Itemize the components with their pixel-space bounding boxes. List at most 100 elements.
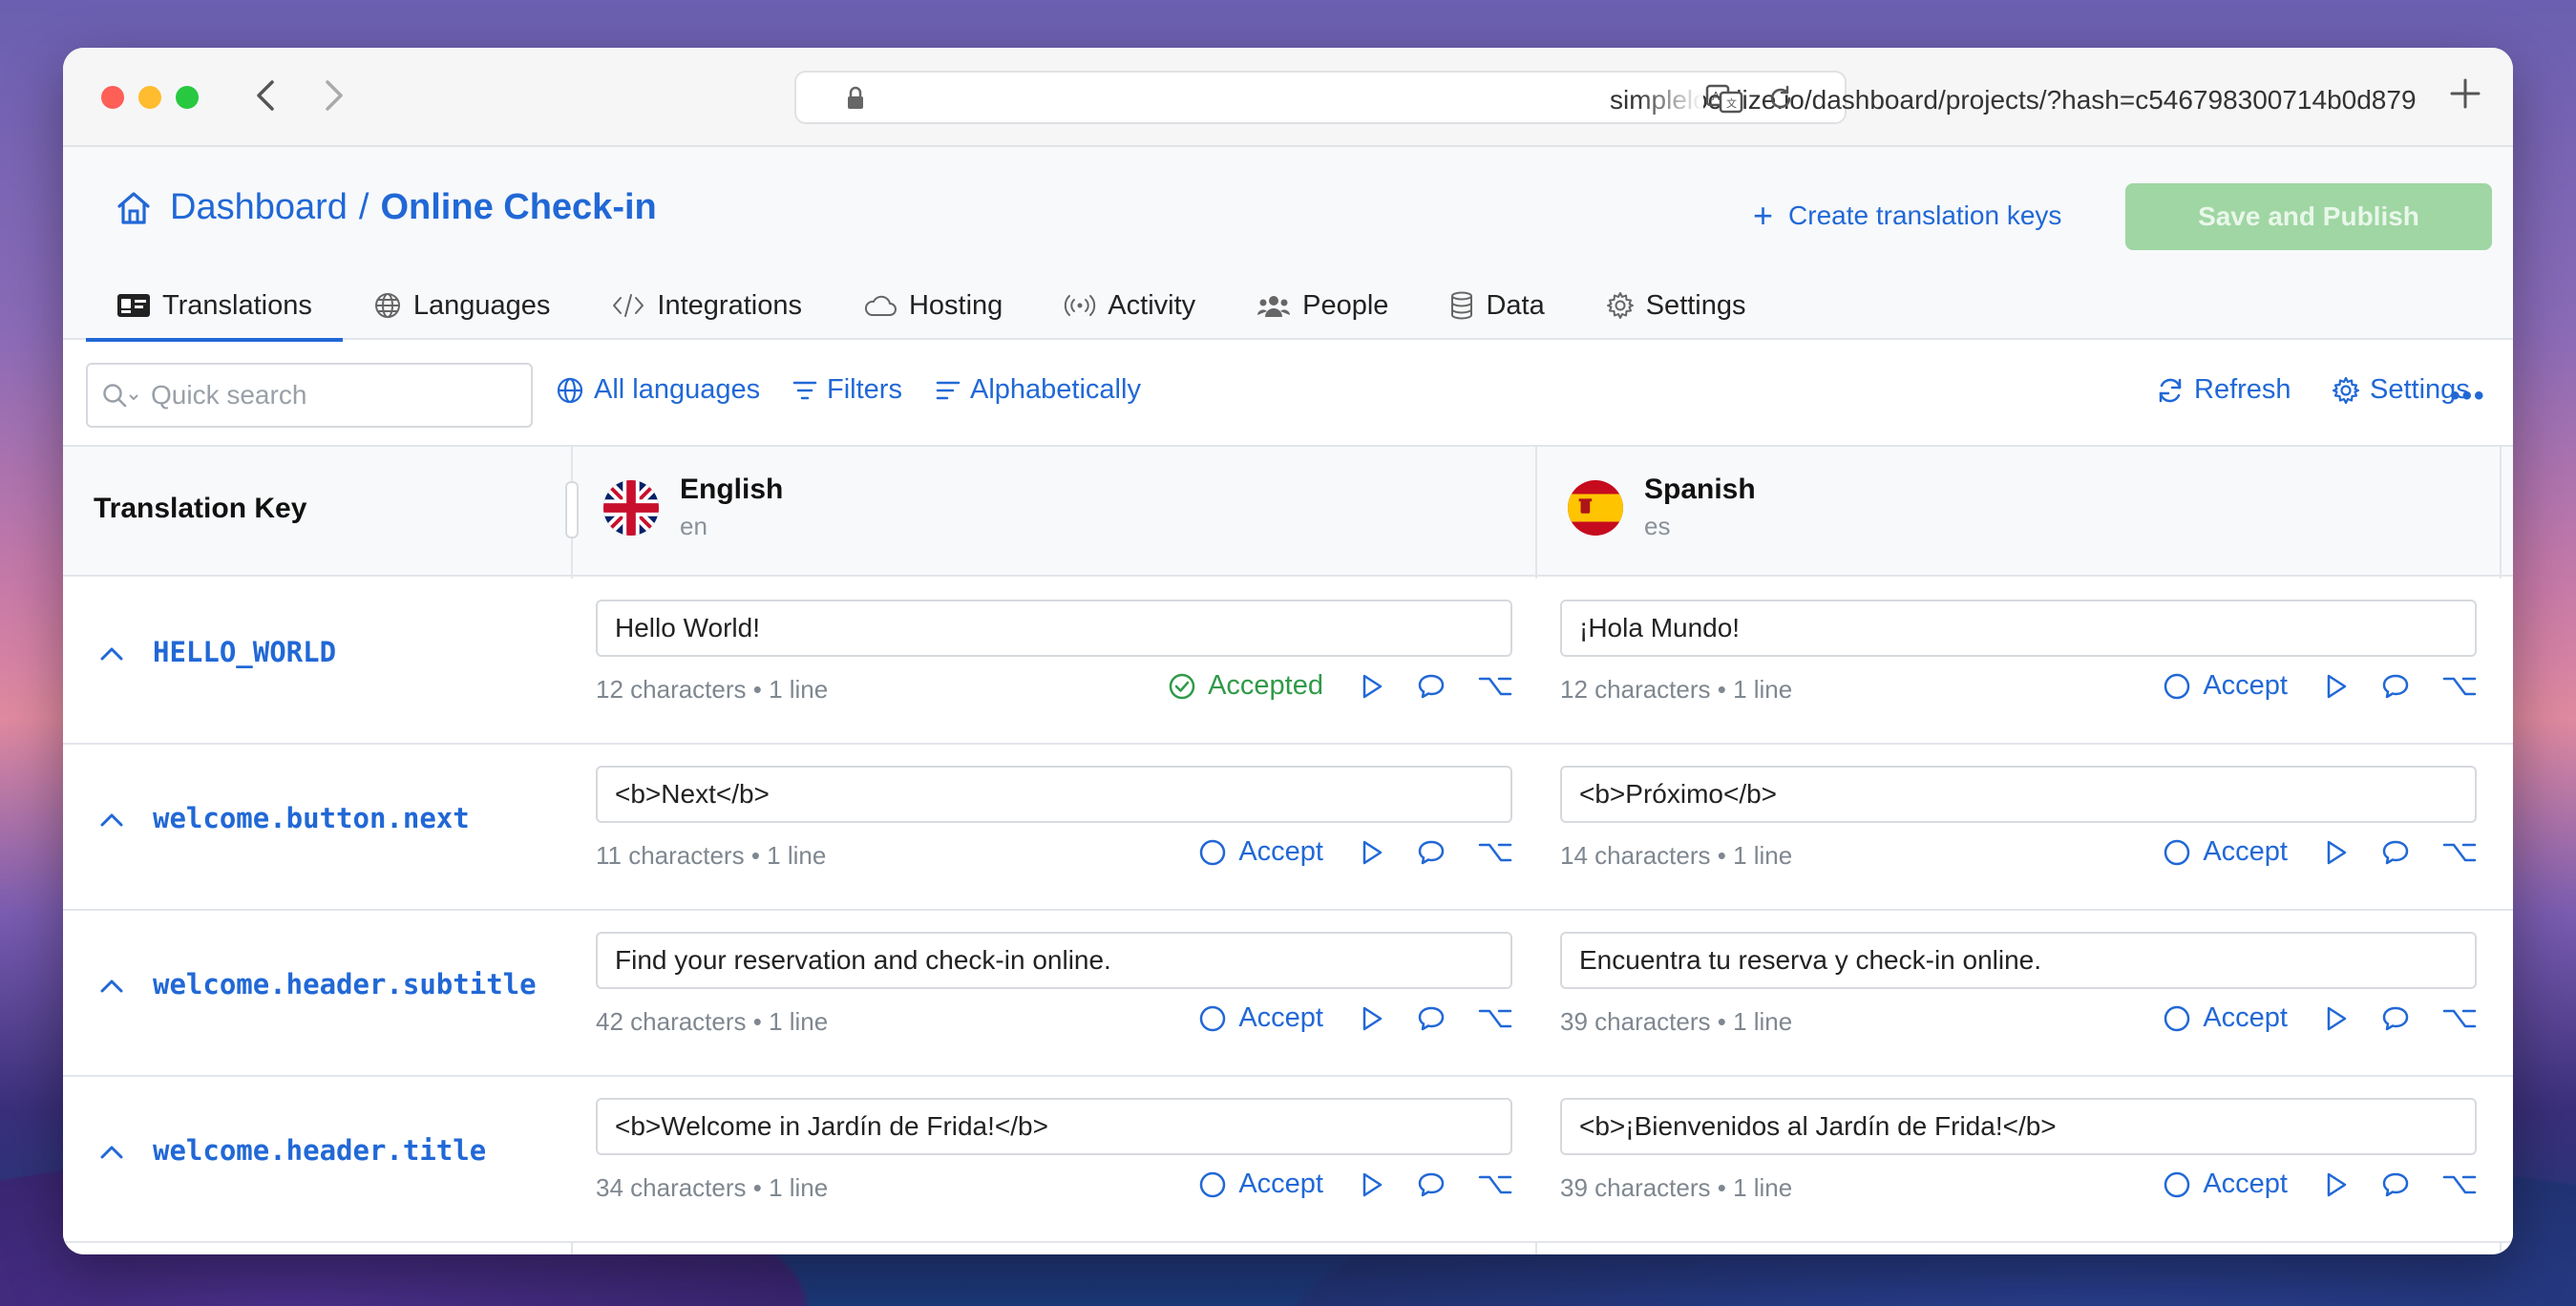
tab-people[interactable]: People xyxy=(1226,271,1419,340)
play-icon[interactable] xyxy=(1360,1005,1384,1032)
translation-cell-en: <b>Next</b> 11 characters • 1 line Accept xyxy=(596,766,1512,874)
translation-meta: 39 characters • 1 line Accept xyxy=(1560,1169,2477,1207)
circle-icon xyxy=(1198,838,1238,867)
translation-input[interactable]: <b>Next</b> xyxy=(596,766,1512,823)
home-icon[interactable] xyxy=(115,189,153,227)
comment-icon[interactable] xyxy=(2381,673,2410,700)
option-key-icon[interactable] xyxy=(2442,1173,2477,1196)
comment-icon[interactable] xyxy=(1417,673,1446,700)
tab-languages[interactable]: Languages xyxy=(343,271,581,340)
translation-input[interactable]: <b>Welcome in Jardín de Frida!</b> xyxy=(596,1098,1512,1155)
tab-settings[interactable]: Settings xyxy=(1575,271,1777,340)
comment-icon[interactable] xyxy=(1417,839,1446,866)
all-languages-button[interactable]: All languages xyxy=(556,374,760,406)
accept-button[interactable]: Accept xyxy=(2163,670,2288,702)
character-count: 39 characters • 1 line xyxy=(1560,1006,1793,1036)
reload-icon[interactable] xyxy=(1766,84,1795,117)
more-options-icon[interactable]: ••• xyxy=(2450,380,2486,412)
play-icon[interactable] xyxy=(2324,1171,2349,1198)
zoom-window-button[interactable] xyxy=(176,86,199,109)
tab-hosting[interactable]: Hosting xyxy=(833,271,1033,340)
translation-input[interactable]: <b>¡Bienvenidos al Jardín de Frida!</b> xyxy=(1560,1098,2477,1155)
accept-button[interactable]: Accept xyxy=(1198,1002,1323,1034)
accept-button[interactable]: Accept xyxy=(2163,1169,2288,1200)
browser-window: simplelocalize.io/dashboard/projects/?ha… xyxy=(63,48,2513,1254)
accept-button[interactable]: Accept xyxy=(1198,1169,1323,1200)
accepted-status[interactable]: Accepted xyxy=(1168,670,1323,702)
translation-input[interactable]: Hello World! xyxy=(596,600,1512,657)
translation-actions: Accept xyxy=(2163,1002,2477,1034)
translation-key[interactable]: welcome.header.title xyxy=(99,1134,486,1167)
translation-key[interactable]: welcome.header.subtitle xyxy=(99,968,537,1001)
breadcrumb: Dashboard / Online Check-in xyxy=(115,187,657,228)
globe-icon xyxy=(374,293,400,318)
address-bar[interactable]: simplelocalize.io/dashboard/projects/?ha… xyxy=(794,71,2417,124)
translation-key-text: welcome.header.title xyxy=(153,1134,487,1167)
minimize-window-button[interactable] xyxy=(138,86,161,109)
browser-titlebar: simplelocalize.io/dashboard/projects/?ha… xyxy=(63,48,2513,147)
create-translation-keys-button[interactable]: + Create translation keys xyxy=(1753,199,2061,233)
translation-actions: Accept xyxy=(1198,836,1512,868)
search-input[interactable]: Quick search xyxy=(86,363,533,428)
language-header-spanish[interactable]: Spanish es xyxy=(1568,474,1756,541)
project-tabs: Translations Languages Integrations Host… xyxy=(86,271,1777,342)
translation-input[interactable]: Find your reservation and check-in onlin… xyxy=(596,932,1512,989)
refresh-button[interactable]: Refresh xyxy=(2156,374,2291,406)
option-key-icon[interactable] xyxy=(2442,1007,2477,1030)
tab-data[interactable]: Data xyxy=(1419,271,1574,340)
comment-icon[interactable] xyxy=(2381,1005,2410,1032)
new-tab-plus-icon[interactable] xyxy=(2448,76,2482,116)
tab-translations[interactable]: Translations xyxy=(86,271,343,342)
accept-button[interactable]: Accept xyxy=(2163,1002,2288,1034)
tab-activity[interactable]: Activity xyxy=(1033,271,1226,340)
option-key-icon[interactable] xyxy=(1478,1173,1512,1196)
chevron-up-icon[interactable] xyxy=(99,802,124,834)
translation-input[interactable]: Encuentra tu reserva y check-in online. xyxy=(1560,932,2477,989)
option-key-icon[interactable] xyxy=(1478,841,1512,864)
comment-icon[interactable] xyxy=(1417,1005,1446,1032)
forward-arrow-icon[interactable] xyxy=(313,74,355,116)
accept-button[interactable]: Accept xyxy=(1198,836,1323,868)
comment-icon[interactable] xyxy=(1417,1171,1446,1198)
option-key-icon[interactable] xyxy=(2442,841,2477,864)
play-icon[interactable] xyxy=(1360,673,1384,700)
circle-icon xyxy=(1198,1004,1238,1033)
sort-button[interactable]: Alphabetically xyxy=(936,374,1141,406)
play-icon[interactable] xyxy=(2324,673,2349,700)
option-key-icon[interactable] xyxy=(1478,1007,1512,1030)
accept-button[interactable]: Accept xyxy=(2163,836,2288,868)
back-arrow-icon[interactable] xyxy=(244,74,286,116)
translation-input[interactable]: <b>Próximo</b> xyxy=(1560,766,2477,823)
accept-label: Accepted xyxy=(1208,670,1323,701)
tab-integrations[interactable]: Integrations xyxy=(581,271,833,340)
breadcrumb-current-project[interactable]: Online Check-in xyxy=(380,187,656,228)
option-key-icon[interactable] xyxy=(1478,675,1512,698)
play-icon[interactable] xyxy=(2324,1005,2349,1032)
column-resize-handle[interactable] xyxy=(565,481,579,538)
tab-activity-label: Activity xyxy=(1108,289,1196,321)
chevron-up-icon[interactable] xyxy=(99,636,124,668)
language-header-english[interactable]: English en xyxy=(603,474,783,541)
comment-icon[interactable] xyxy=(2381,1171,2410,1198)
accept-label: Accept xyxy=(2203,1169,2288,1199)
app-content: Dashboard / Online Check-in + Create tra… xyxy=(63,149,2513,1254)
play-icon[interactable] xyxy=(2324,839,2349,866)
close-window-button[interactable] xyxy=(101,86,124,109)
filters-button[interactable]: Filters xyxy=(792,374,902,406)
translate-icon[interactable]: A文 xyxy=(1705,82,1743,119)
translation-input[interactable]: ¡Hola Mundo! xyxy=(1560,600,2477,657)
option-key-icon[interactable] xyxy=(2442,675,2477,698)
chevron-up-icon[interactable] xyxy=(99,968,124,1001)
comment-icon[interactable] xyxy=(2381,839,2410,866)
translation-key[interactable]: welcome.button.next xyxy=(99,802,470,834)
play-icon[interactable] xyxy=(1360,1171,1384,1198)
play-icon[interactable] xyxy=(1360,839,1384,866)
translation-key[interactable]: HELLO_WORLD xyxy=(99,636,336,668)
svg-text:文: 文 xyxy=(1726,96,1737,110)
people-icon xyxy=(1257,296,1291,317)
breadcrumb-dashboard-link[interactable]: Dashboard xyxy=(170,187,348,228)
tab-settings-label: Settings xyxy=(1645,289,1746,321)
save-and-publish-button[interactable]: Save and Publish xyxy=(2125,183,2492,250)
chevron-up-icon[interactable] xyxy=(99,1134,124,1167)
translation-meta: 14 characters • 1 line Accept xyxy=(1560,836,2477,874)
